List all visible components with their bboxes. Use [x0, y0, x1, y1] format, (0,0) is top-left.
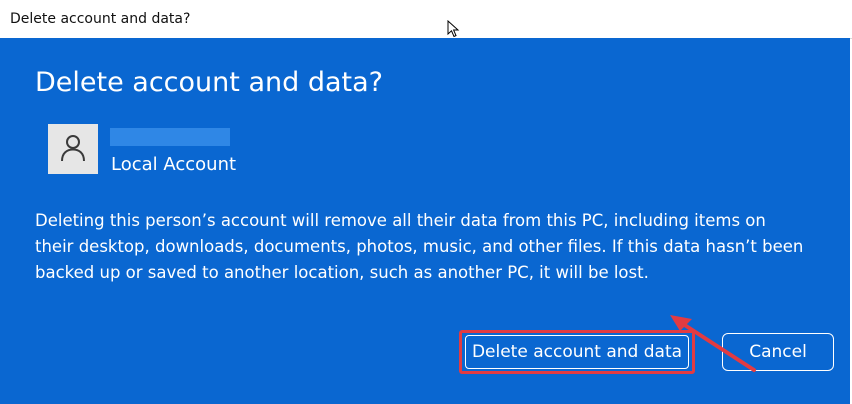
account-type-label: Local Account: [111, 154, 237, 175]
mouse-cursor-icon: [447, 20, 460, 38]
title-bar[interactable]: Delete account and data?: [0, 0, 852, 39]
window-title: Delete account and data?: [10, 11, 191, 27]
warning-description: Deleting this person’s account will remo…: [35, 211, 804, 282]
user-icon: [61, 135, 85, 162]
account-name: [110, 128, 230, 146]
delete-account-window: Delete account and data? Delete account …: [0, 0, 852, 404]
delete-account-button[interactable]: Delete account and data: [465, 335, 689, 369]
avatar: [48, 124, 98, 174]
dialog-heading: Delete account and data?: [35, 67, 383, 98]
red-arrow-icon: [670, 315, 756, 372]
